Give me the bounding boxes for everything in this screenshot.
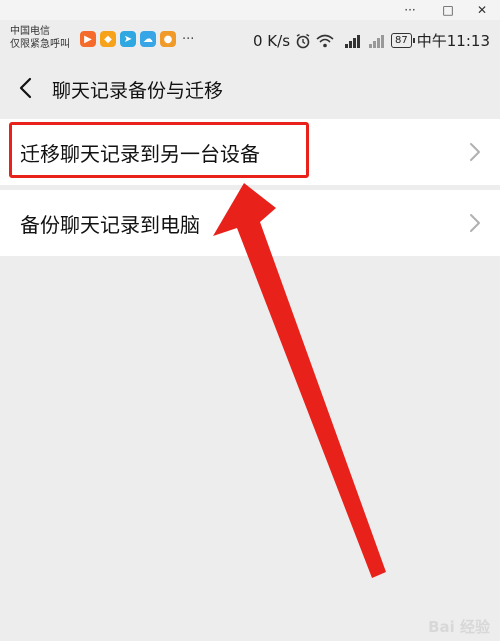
annotation-arrow	[213, 183, 386, 578]
watermark: Bai 经验	[428, 618, 490, 636]
